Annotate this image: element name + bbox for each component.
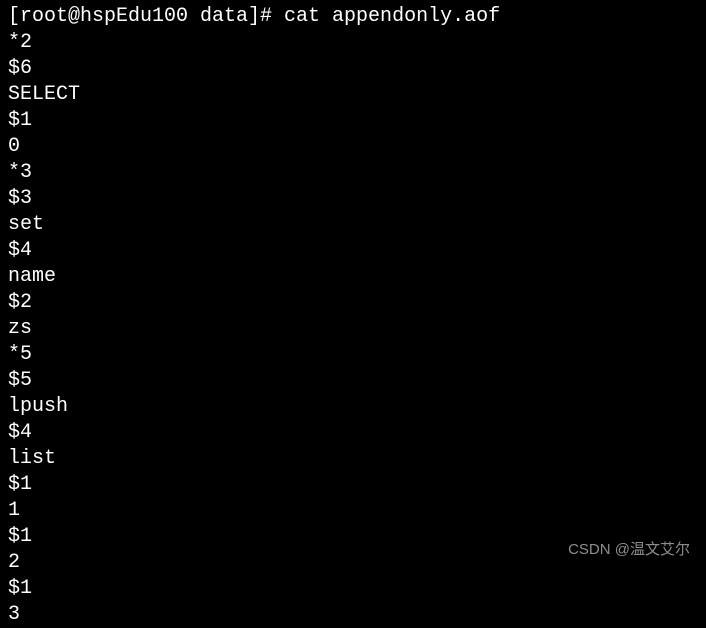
terminal-output: *2$6SELECT$10*3$3set$4name$2zs*5$5lpush$… [8,30,698,628]
terminal-output-line: *5 [8,342,698,368]
terminal-output-line: 1 [8,498,698,524]
terminal-output-line: lpush [8,394,698,420]
terminal-output-line: $1 [8,108,698,134]
terminal-output-line: 3 [8,602,698,628]
terminal-output-line: 0 [8,134,698,160]
terminal-output-line: $2 [8,290,698,316]
terminal-output-line: $1 [8,524,698,550]
terminal-output-line: list [8,446,698,472]
terminal-output-line: set [8,212,698,238]
terminal-output-line: zs [8,316,698,342]
terminal-output-line: $6 [8,56,698,82]
terminal-output-line: SELECT [8,82,698,108]
terminal-output-line: name [8,264,698,290]
terminal-output-line: $5 [8,368,698,394]
terminal-output-line: $4 [8,420,698,446]
terminal-output-line: *2 [8,30,698,56]
terminal-output-line: $1 [8,576,698,602]
terminal-output-line: *3 [8,160,698,186]
terminal-prompt-line[interactable]: [root@hspEdu100 data]# cat appendonly.ao… [8,4,698,30]
terminal-output-line: $3 [8,186,698,212]
terminal-output-line: $4 [8,238,698,264]
terminal-output-line: $1 [8,472,698,498]
terminal-output-line: 2 [8,550,698,576]
